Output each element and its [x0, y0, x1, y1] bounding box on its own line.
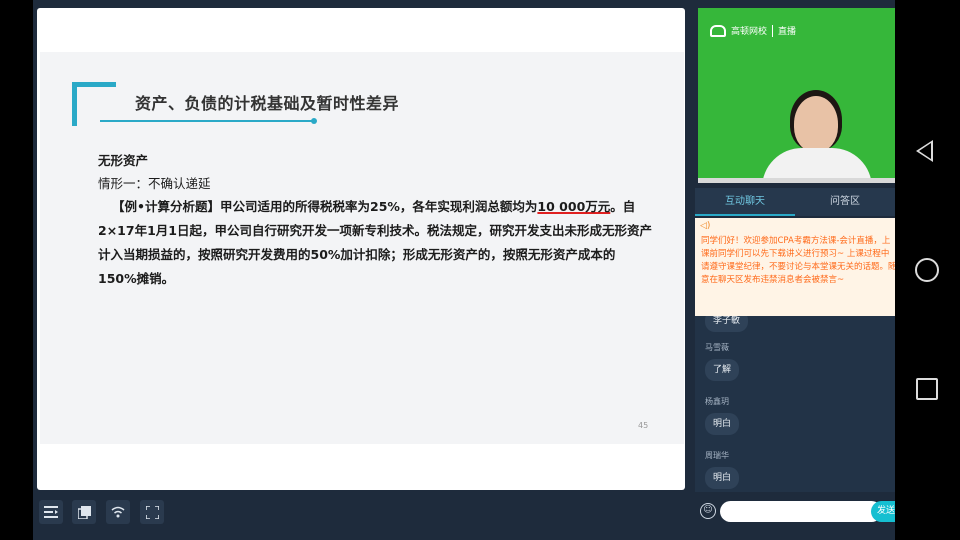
chat-input[interactable]: [720, 501, 882, 522]
logo-divider: [772, 24, 774, 37]
slide-title: 资产、负债的计税基础及暂时性差异: [135, 94, 400, 113]
panel-tabs: 互动聊天 问答区: [695, 188, 895, 216]
annotated-amount: 10 000万元: [537, 199, 611, 214]
recent-apps-icon[interactable]: [916, 378, 938, 400]
chat-message: 李子敏: [705, 316, 749, 332]
wifi-icon[interactable]: [106, 500, 130, 524]
slide-subtitle: 无形资产: [98, 153, 149, 168]
teacher-video[interactable]: 高顿网校 直播: [698, 8, 895, 183]
slide-example-paragraph: 【例•计算分析题】甲公司适用的所得税税率为25%，各年实现利润总额均为10 00…: [98, 195, 654, 291]
chat-sender: 杨鑫玥: [705, 397, 729, 406]
device-screen: 资产、负债的计税基础及暂时性差异 无形资产 情形一：不确认递延 【例•计算分析题…: [0, 0, 960, 540]
brand-name: 高顿网校: [731, 27, 768, 37]
paragraph-part-1: 【例•计算分析题】甲公司适用的所得税税率为25%，各年实现利润总额均为: [112, 199, 538, 214]
send-button[interactable]: 发送: [871, 501, 895, 522]
outline-icon[interactable]: [39, 500, 63, 524]
back-icon-inner: [919, 143, 931, 159]
emoji-icon[interactable]: ☺: [700, 503, 716, 519]
chat-sender: 周瑞华: [705, 451, 729, 460]
desk: [698, 178, 895, 183]
tab-chat[interactable]: 互动聊天: [695, 188, 795, 216]
chat-list[interactable]: 李子敏 马雪薇 了解 杨鑫玥 明白 周瑞华 明白: [695, 316, 895, 492]
speaker-icon: ◁): [700, 221, 711, 231]
home-icon[interactable]: [915, 258, 939, 282]
brand-logo: 高顿网校 直播: [710, 24, 796, 37]
slide-case-label: 情形一：不确认递延: [98, 176, 211, 191]
announcement-banner: ◁) 同学们好！欢迎参加CPA考霸方法课-会计直播，上课前同学们可以先下载讲义进…: [695, 218, 895, 316]
chat-message: 明白: [705, 413, 740, 435]
teacher-face: [794, 96, 838, 152]
slide-page-number: 45: [638, 421, 649, 430]
live-label: 直播: [778, 27, 797, 37]
fullscreen-icon[interactable]: [140, 500, 164, 524]
chat-message: 了解: [705, 359, 740, 381]
player-toolbar: [33, 492, 685, 532]
chat-message: 明白: [705, 467, 740, 489]
chat-sender: 马雪薇: [705, 343, 729, 352]
announcement-text: 同学们好！欢迎参加CPA考霸方法课-会计直播，上课前同学们可以先下载讲义进行预习…: [701, 236, 895, 285]
title-underline-dot: [311, 118, 317, 124]
copy-icon[interactable]: [72, 500, 96, 524]
logo-mark-icon: [710, 24, 726, 37]
tab-qa[interactable]: 问答区: [795, 188, 895, 216]
title-underline: [100, 120, 315, 122]
